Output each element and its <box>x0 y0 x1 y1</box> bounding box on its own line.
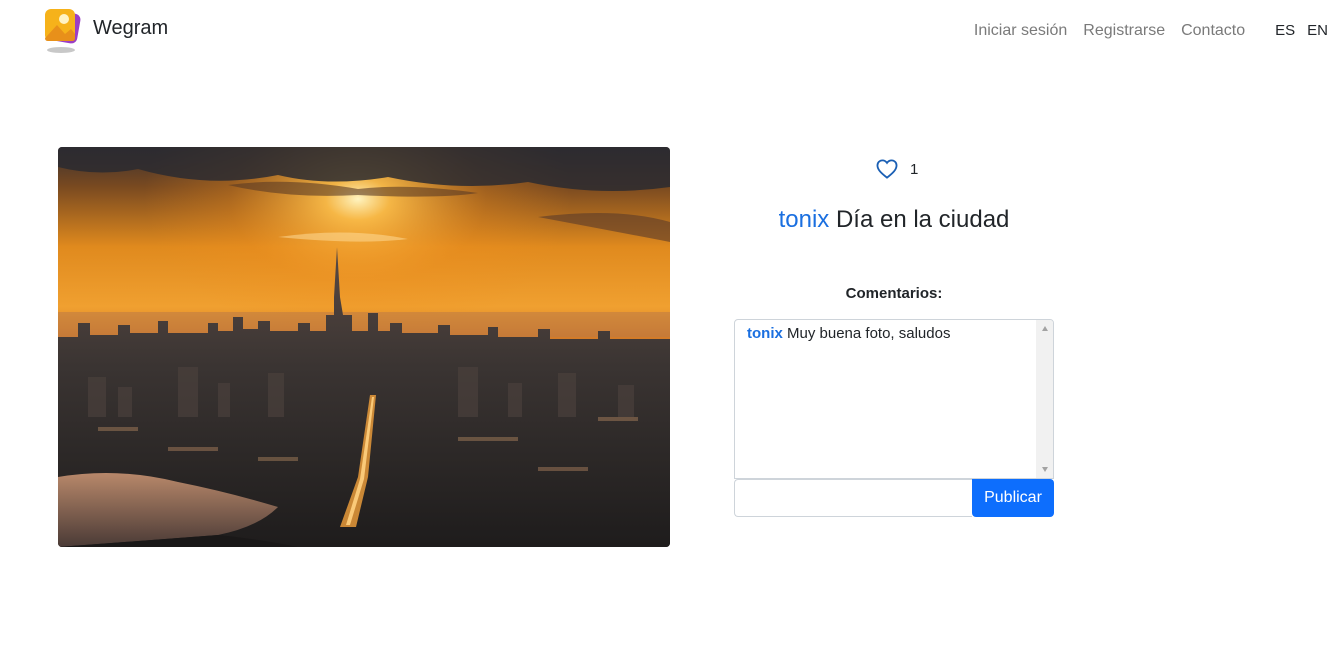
language-en-link[interactable]: EN <box>1307 20 1328 42</box>
comment-author-link[interactable]: tonix <box>747 325 783 342</box>
brand-name: Wegram <box>93 16 169 39</box>
like-button[interactable] <box>876 158 898 180</box>
comments-list[interactable]: tonix Muy buena foto, saludos <box>734 319 1054 479</box>
nav-contact-link[interactable]: Contacto <box>1181 20 1245 42</box>
brand-link[interactable]: Wegram <box>44 8 168 54</box>
comment-input[interactable] <box>734 479 972 517</box>
publish-button[interactable]: Publicar <box>972 479 1054 517</box>
post-image <box>58 147 670 547</box>
nav-links: Iniciar sesión Registrarse Contacto ES E… <box>974 20 1344 42</box>
scroll-down-arrow-icon[interactable] <box>1042 467 1048 472</box>
like-row: 1 <box>876 158 918 180</box>
post-author-link[interactable]: tonix <box>779 206 830 233</box>
like-count: 1 <box>910 160 919 178</box>
comments-label: Comentarios: <box>845 285 943 302</box>
comment-form: Publicar <box>734 479 1054 517</box>
comment-text: Muy buena foto, saludos <box>787 325 951 342</box>
navbar: Wegram Iniciar sesión Registrarse Contac… <box>0 0 1344 60</box>
comments-scrollbar[interactable] <box>1036 320 1053 478</box>
comment-item: tonix Muy buena foto, saludos <box>747 324 950 344</box>
wegram-logo-icon <box>44 8 82 54</box>
post-title-text: Día en la ciudad <box>835 206 1010 233</box>
language-es-link[interactable]: ES <box>1275 20 1295 42</box>
city-sunset-photo-icon <box>58 147 670 547</box>
nav-login-link[interactable]: Iniciar sesión <box>974 20 1067 42</box>
post-title: tonix Día en la ciudad <box>734 206 1054 234</box>
scroll-up-arrow-icon[interactable] <box>1042 326 1048 331</box>
nav-register-link[interactable]: Registrarse <box>1083 20 1165 42</box>
heart-icon <box>876 159 898 179</box>
